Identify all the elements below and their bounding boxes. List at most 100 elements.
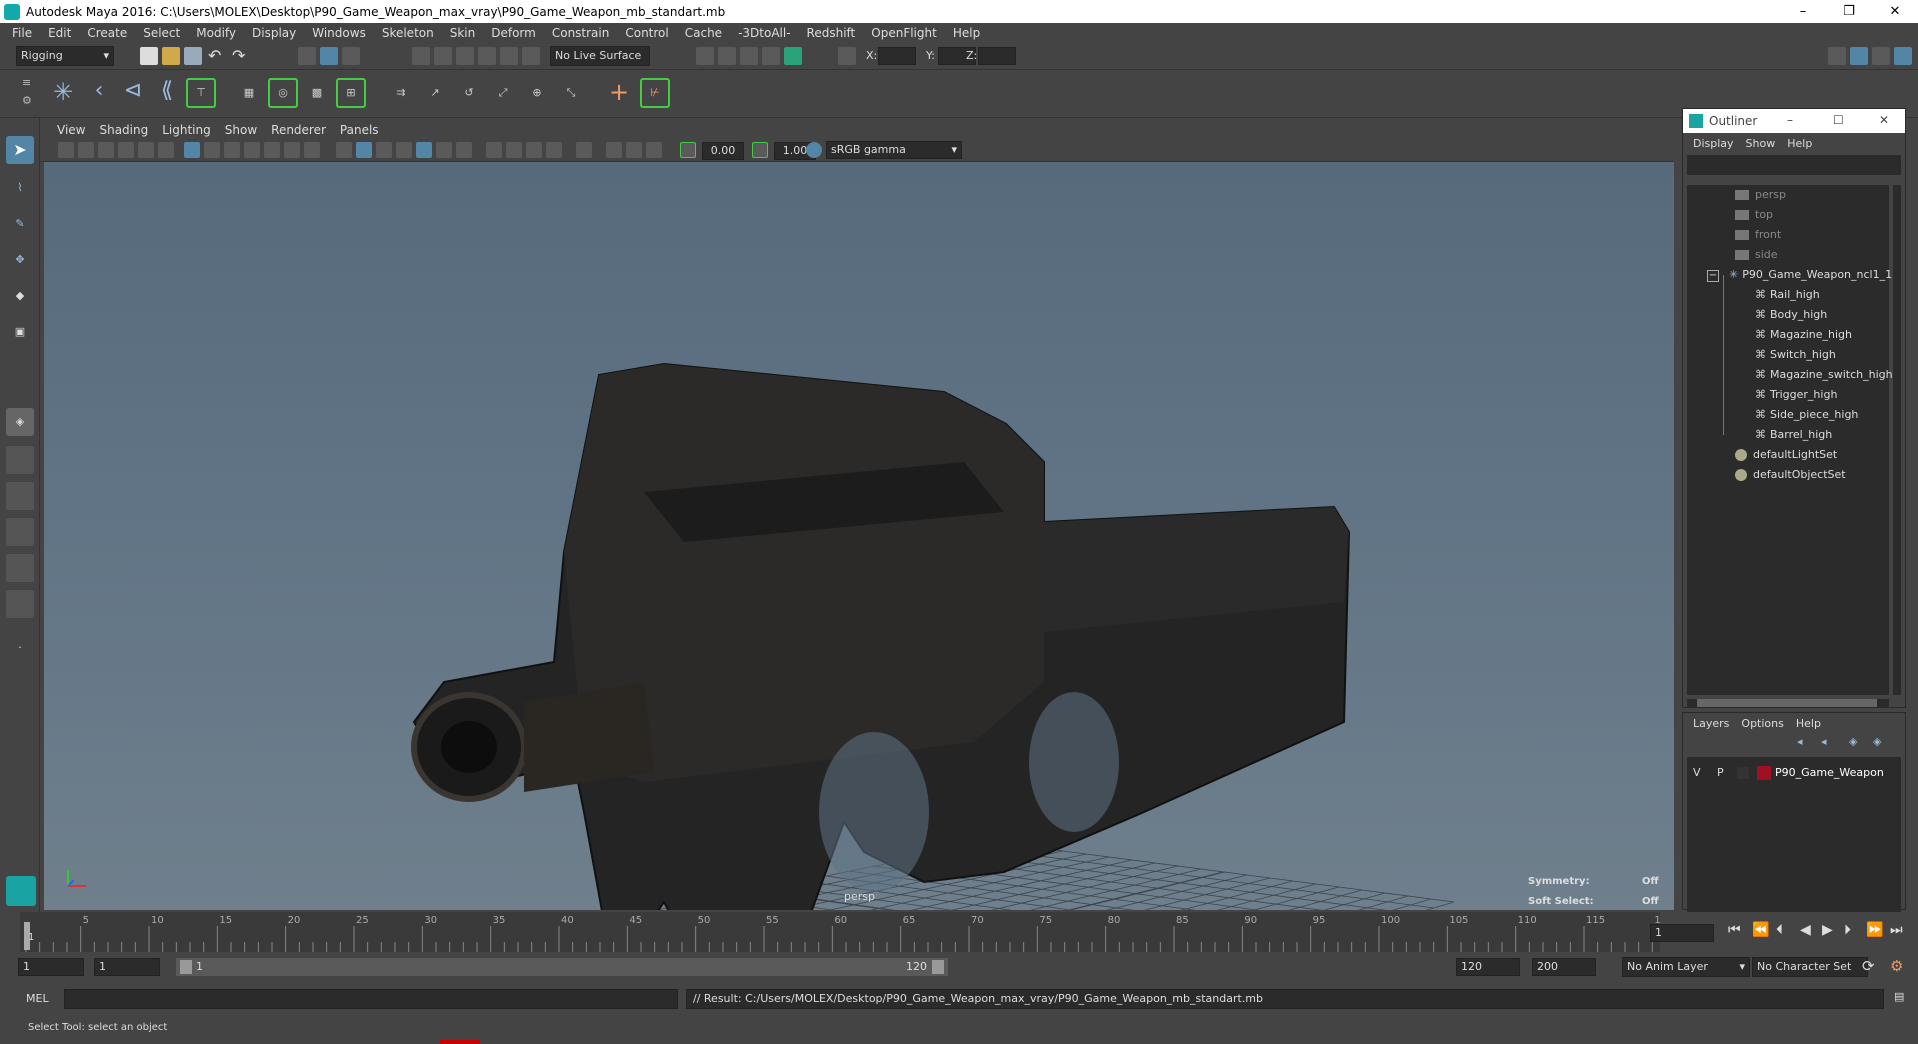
two-pane-stacked-layout-icon[interactable] <box>6 518 34 546</box>
vp-menu-view[interactable]: View <box>50 123 92 137</box>
camera-attributes-icon[interactable] <box>78 142 94 158</box>
ipr-render-icon[interactable] <box>740 47 758 65</box>
scene-start-field[interactable]: 1 <box>18 958 84 976</box>
depth-of-field-icon[interactable] <box>546 142 562 158</box>
viewport-persp[interactable]: persp Symmetry: Off Soft Select: Off <box>44 162 1674 910</box>
list-item[interactable]: defaultObjectSet <box>1735 465 1846 485</box>
gate-mask-icon[interactable] <box>244 142 260 158</box>
redo-icon[interactable]: ↷ <box>232 46 245 65</box>
channel-box-toggle-icon[interactable] <box>1894 47 1912 65</box>
magnet-icon[interactable] <box>522 47 540 65</box>
menu-openflight[interactable]: OpenFlight <box>863 26 945 40</box>
go-to-end-icon[interactable]: ⏭ <box>1890 922 1903 938</box>
textured-icon[interactable] <box>416 142 432 158</box>
menu-skin[interactable]: Skin <box>442 26 484 40</box>
select-component-icon[interactable] <box>342 47 360 65</box>
list-item[interactable]: ⌘ Body_high <box>1755 305 1827 325</box>
animation-preferences-icon[interactable]: ⚙ <box>1890 957 1903 975</box>
render-frame-icon[interactable] <box>718 47 736 65</box>
shelf-settings-icon[interactable]: ⚙ <box>22 94 32 107</box>
menu-modify[interactable]: Modify <box>188 26 244 40</box>
minimize-button[interactable]: – <box>1780 0 1826 23</box>
xray-active-icon[interactable] <box>626 142 642 158</box>
step-forward-key-icon[interactable]: ⏩ <box>1866 922 1883 938</box>
sculpt-deformer-icon[interactable]: ◎ <box>268 78 298 108</box>
outliner-close-button[interactable]: ✕ <box>1879 113 1889 127</box>
range-end-handle[interactable] <box>932 960 944 974</box>
bind-skin-icon[interactable]: ⊤ <box>186 78 216 108</box>
play-backwards-icon[interactable]: ◀ <box>1800 922 1811 938</box>
camera-select-icon[interactable] <box>58 142 74 158</box>
new-scene-icon[interactable] <box>140 47 158 65</box>
list-item[interactable]: front <box>1735 225 1781 245</box>
rotate-tool-icon[interactable]: ◆ <box>6 282 34 310</box>
vp-menu-show[interactable]: Show <box>218 123 264 137</box>
outliner-h-scrollbar[interactable] <box>1687 699 1889 707</box>
auto-key-icon[interactable]: ⟳ <box>1862 957 1875 975</box>
step-back-key-icon[interactable]: ⏪ <box>1752 922 1769 938</box>
vp-menu-lighting[interactable]: Lighting <box>155 123 218 137</box>
playback-end-field[interactable]: 120 <box>1456 958 1520 976</box>
snap-grid-icon[interactable] <box>412 47 430 65</box>
layer-color-swatch[interactable] <box>1757 766 1771 780</box>
xray-icon[interactable] <box>606 142 622 158</box>
z-field[interactable] <box>978 47 1016 65</box>
anim-layer-dropdown[interactable]: No Anim Layer ▾ <box>1622 957 1750 977</box>
layer-display-type[interactable] <box>1737 767 1749 779</box>
vp-menu-renderer[interactable]: Renderer <box>264 123 333 137</box>
safe-action-icon[interactable] <box>284 142 300 158</box>
save-scene-icon[interactable] <box>184 47 202 65</box>
go-to-start-icon[interactable]: ⏮ <box>1728 922 1741 938</box>
xray-joints-icon[interactable] <box>646 142 662 158</box>
field-chart-icon[interactable] <box>264 142 280 158</box>
menu-deform[interactable]: Deform <box>483 26 544 40</box>
time-slider-ruler[interactable]: 5 10 15 20 25 30 35 40 45 50 55 60 65 70 75 80 85 90 95 100… <box>20 912 1660 952</box>
list-item[interactable]: side <box>1735 245 1778 265</box>
single-pane-layout-icon[interactable]: ◈ <box>6 408 34 436</box>
grid-toggle-icon[interactable] <box>184 142 200 158</box>
outliner-maximize-button[interactable]: ☐ <box>1833 113 1844 127</box>
scale-constraint-icon[interactable]: ⤢ <box>488 78 518 108</box>
list-item[interactable]: persp <box>1735 185 1786 205</box>
shelf-menu-icon[interactable]: ≡ <box>22 76 31 89</box>
menu-control[interactable]: Control <box>617 26 676 40</box>
locator-icon[interactable]: + <box>604 78 634 108</box>
x-field[interactable] <box>878 47 916 65</box>
2d-pan-zoom-icon[interactable] <box>138 142 154 158</box>
resolution-gate-icon[interactable] <box>224 142 240 158</box>
exposure-icon[interactable] <box>680 142 696 158</box>
snap-point-icon[interactable] <box>456 47 474 65</box>
menu-skeleton[interactable]: Skeleton <box>374 26 442 40</box>
more-layouts-icon[interactable]: · <box>6 634 34 662</box>
parent-constraint-icon[interactable]: ⊕ <box>522 78 552 108</box>
list-item[interactable]: − ✳ P90_Game_Weapon_ncl1_1 <box>1707 265 1892 285</box>
bookmark-icon[interactable] <box>98 142 114 158</box>
close-button[interactable]: ✕ <box>1872 0 1918 23</box>
list-item[interactable]: ⌘ Magazine_switch_high <box>1755 365 1893 385</box>
menu-select[interactable]: Select <box>135 26 188 40</box>
tool-settings-icon[interactable] <box>1872 47 1890 65</box>
outliner-menu-display[interactable]: Display <box>1687 137 1740 150</box>
range-start-handle[interactable] <box>180 960 192 974</box>
live-surface-field[interactable]: No Live Surface <box>550 46 650 66</box>
four-pane-layout-icon[interactable] <box>6 446 34 474</box>
layer-row[interactable]: V P P90_Game_Weapon <box>1687 763 1891 783</box>
menu-3dtoall[interactable]: -3DtoAll- <box>730 26 798 40</box>
colorspace-dropdown[interactable]: sRGB gamma ▾ <box>826 141 962 159</box>
layer-name[interactable]: P90_Game_Weapon <box>1775 766 1884 779</box>
anti-aliasing-icon[interactable] <box>526 142 542 158</box>
transform-mode-icon[interactable] <box>838 47 856 65</box>
list-item[interactable]: ⌘ Trigger_high <box>1755 385 1837 405</box>
undo-icon[interactable]: ↶ <box>208 46 221 65</box>
step-back-frame-icon[interactable]: ⏴ <box>1776 922 1783 938</box>
list-item[interactable]: ⌘ Magazine_high <box>1755 325 1852 345</box>
snap-view-icon[interactable] <box>478 47 496 65</box>
motion-blur-icon[interactable] <box>506 142 522 158</box>
scale-tool-icon[interactable]: ▣ <box>6 318 34 346</box>
menu-file[interactable]: File <box>4 26 40 40</box>
render-view-icon[interactable] <box>696 47 714 65</box>
p90-weapon-model[interactable] <box>411 362 1351 910</box>
layer-playback-toggle[interactable]: P <box>1717 766 1724 779</box>
modeling-toolkit-icon[interactable] <box>1828 47 1846 65</box>
set-driven-key-icon[interactable]: ⊬ <box>640 78 670 108</box>
